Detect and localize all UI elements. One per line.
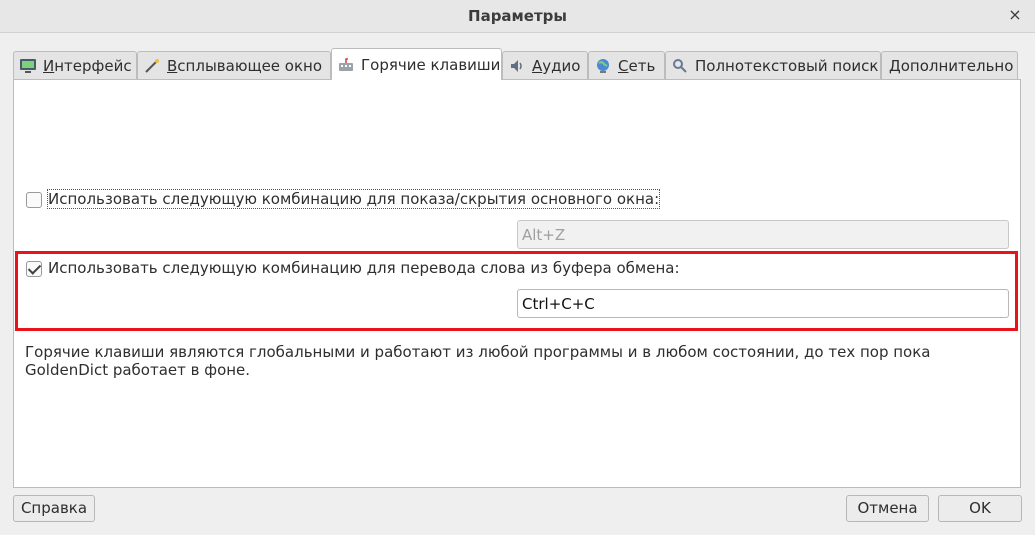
tab-fulltext-search[interactable]: Полнотекстовый поиск	[665, 51, 881, 79]
close-icon[interactable]: ×	[1007, 5, 1023, 24]
tab-label: Сеть	[618, 56, 656, 75]
tab-bar: Интерфейс Всплывающее окно Горячие клави…	[13, 48, 1023, 80]
title-bar: Параметры ×	[0, 0, 1035, 33]
tab-audio[interactable]: Аудио	[502, 51, 588, 79]
tab-label: Всплывающее окно	[167, 56, 323, 75]
hotkeys-note: Горячие клавиши являются глобальными и р…	[25, 343, 931, 379]
tab-network[interactable]: Сеть	[588, 51, 665, 79]
tab-label: Горячие клавиши	[361, 55, 501, 74]
show-hide-hotkey-field: Alt+Z	[517, 220, 1009, 249]
tab-interface[interactable]: Интерфейс	[13, 51, 137, 79]
magnifier-icon	[671, 57, 689, 75]
clipboard-label[interactable]: Использовать следующую комбинацию для пе…	[48, 259, 680, 277]
ok-button[interactable]: OK	[938, 495, 1022, 522]
monitor-icon	[19, 57, 37, 75]
tab-label: Интерфейс	[43, 56, 132, 75]
tab-hotkeys[interactable]: Горячие клавиши	[331, 48, 502, 80]
wand-icon	[143, 57, 161, 75]
keyboard-icon	[337, 56, 355, 74]
speaker-icon	[508, 57, 526, 75]
tab-label: Дополнительно	[889, 56, 1014, 75]
help-button[interactable]: Справка	[13, 495, 95, 522]
cancel-button[interactable]: Отмена	[846, 495, 929, 522]
show-hide-checkbox[interactable]	[26, 192, 42, 208]
window-title: Параметры	[468, 7, 567, 25]
tab-label: Аудио	[532, 56, 581, 75]
tab-popup[interactable]: Всплывающее окно	[137, 51, 331, 79]
clipboard-checkbox[interactable]	[26, 261, 42, 277]
tab-advanced[interactable]: Дополнительно	[881, 51, 1018, 79]
tab-label: Полнотекстовый поиск	[695, 56, 879, 75]
globe-icon	[594, 57, 612, 75]
clipboard-hotkey-field[interactable]: Ctrl+C+C	[517, 289, 1009, 318]
show-hide-label[interactable]: Использовать следующую комбинацию для по…	[46, 189, 661, 209]
